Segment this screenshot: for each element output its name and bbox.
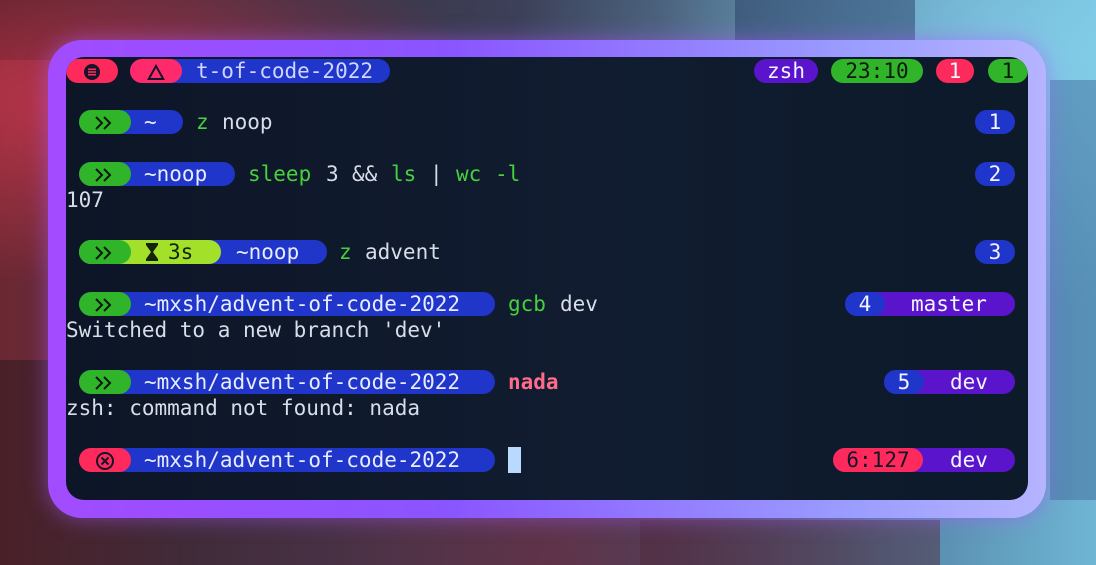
terminal-window[interactable]: t-of-code-2022 zsh 23:10 1 1 ~ z noop 1 …	[66, 57, 1028, 500]
command-output: zsh: command not found: nada	[66, 396, 421, 420]
chevrons-right-icon	[95, 298, 112, 312]
command-output: Switched to a new branch 'dev'	[66, 318, 446, 342]
chevrons-right-icon	[95, 376, 112, 390]
hourglass-icon	[146, 243, 158, 261]
history-number: 3	[975, 240, 1015, 264]
prompt-status-error	[79, 448, 131, 472]
text-cursor[interactable]	[508, 447, 521, 473]
prompt-dir: ~noop	[144, 162, 208, 186]
command: gcb	[508, 292, 546, 316]
command-arg: advent	[365, 240, 441, 264]
history-number: 2	[975, 162, 1015, 186]
git-branch-label: dev	[950, 448, 988, 472]
chevrons-right-icon	[95, 168, 112, 182]
command: z	[196, 110, 209, 134]
prompt-status-success	[79, 110, 131, 134]
command-flag: -l	[495, 162, 521, 186]
prompt-dir: ~noop	[236, 240, 300, 264]
command-output: 107	[66, 188, 104, 212]
prompt-dir: ~mxsh/advent-of-code-2022	[144, 448, 461, 472]
prompt-dir: ~mxsh/advent-of-code-2022	[144, 292, 461, 316]
warning-icon	[147, 64, 165, 80]
clock-badge: 23:10	[831, 59, 923, 83]
command-arg: 3	[326, 162, 339, 186]
command-arg: noop	[222, 110, 273, 134]
duration: 3s	[168, 240, 194, 264]
prompt-status-success	[79, 240, 131, 264]
command-pipe: |	[430, 162, 443, 186]
prompt-status-success	[79, 292, 131, 316]
error-count-badge: 1	[936, 59, 974, 83]
git-branch-label: master	[911, 292, 987, 316]
warning-badge[interactable]	[130, 59, 182, 83]
tab-title[interactable]: t-of-code-2022	[196, 59, 373, 83]
history-number: 1	[975, 110, 1015, 134]
prompt-status-success	[79, 370, 131, 394]
prompt-dir: ~	[144, 110, 157, 134]
command: wc	[456, 162, 482, 186]
shell-badge: zsh	[754, 59, 818, 83]
command: ls	[391, 162, 417, 186]
command-invalid: nada	[508, 370, 559, 394]
command-arg: dev	[560, 292, 598, 316]
command-operator: &&	[352, 162, 378, 186]
menu-icon	[84, 64, 100, 80]
prompt-status-success	[79, 162, 131, 186]
command: z	[339, 240, 352, 264]
job-count-badge: 1	[988, 59, 1028, 83]
exit-status: 6:127	[833, 448, 923, 472]
git-branch-label: dev	[950, 370, 988, 394]
command: sleep	[248, 162, 312, 186]
menu-button[interactable]	[66, 59, 118, 83]
x-circle-icon	[96, 452, 114, 470]
chevrons-right-icon	[95, 246, 112, 260]
history-number: 5	[884, 370, 924, 394]
history-number: 4	[845, 292, 885, 316]
prompt-dir: ~mxsh/advent-of-code-2022	[144, 370, 461, 394]
chevrons-right-icon	[95, 116, 112, 130]
